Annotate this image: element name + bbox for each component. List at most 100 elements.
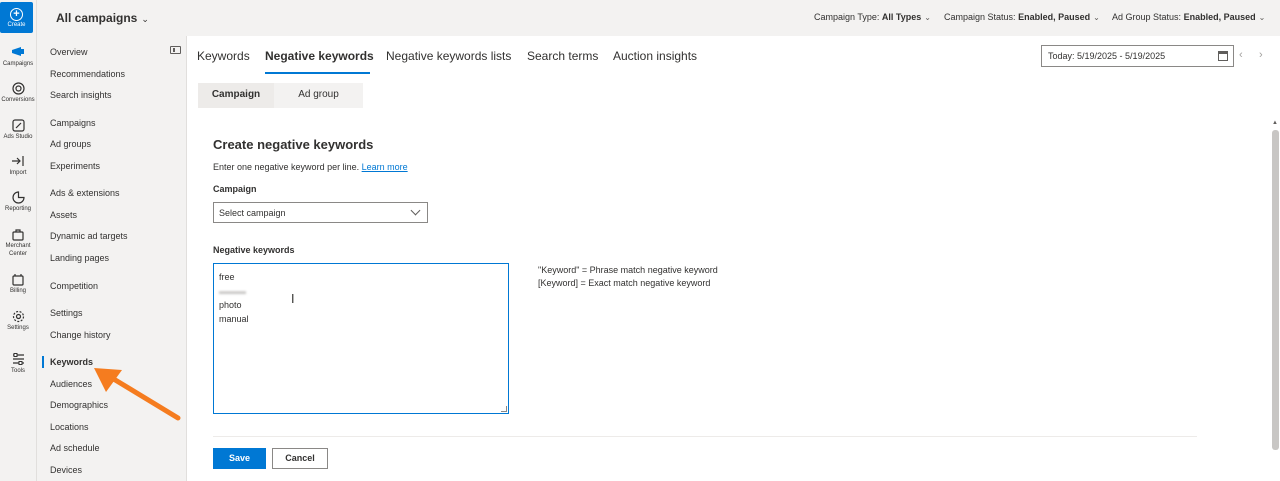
scrollbar[interactable]: ▲ — [1270, 36, 1280, 481]
rail-label: Billing — [9, 288, 26, 294]
rail-label: Import — [9, 170, 27, 176]
rail-item-settings[interactable]: Settings — [0, 309, 36, 332]
phrase-match-hint: "Keyword" = Phrase match negative keywor… — [538, 265, 718, 275]
rail-item-ads-studio[interactable]: Ads Studio — [0, 118, 36, 141]
nav-item-overview[interactable]: Overview — [50, 47, 88, 57]
nav-item-ad-schedule[interactable]: Ad schedule — [50, 443, 100, 453]
tab-search-terms[interactable]: Search terms — [527, 49, 598, 63]
rail-label: Ads Studio — [3, 134, 33, 140]
campaign-label: Campaign — [213, 184, 257, 194]
account-selector[interactable]: All campaigns ⌄ — [56, 11, 149, 25]
filter-value: All Types — [881, 12, 922, 22]
plus-icon: + — [10, 7, 23, 21]
nav-item-ads-extensions[interactable]: Ads & extensions — [50, 188, 120, 198]
keyword-line: photo — [219, 300, 242, 310]
keyword-line-redacted: ▬▬▬ — [219, 286, 246, 296]
calendar-icon — [1218, 51, 1228, 61]
rail-label: Merchant — [5, 243, 31, 249]
nav-item-locations[interactable]: Locations — [50, 422, 89, 432]
settings-icon — [11, 309, 25, 323]
nav-item-dynamic-ad-targets[interactable]: Dynamic ad targets — [50, 231, 128, 241]
rail-item-merchant-center[interactable]: Merchant Center — [0, 227, 36, 258]
filter-campaign-status[interactable]: Campaign Status: Enabled, Paused ⌄ — [944, 12, 1100, 22]
collapse-panel-icon[interactable] — [170, 46, 181, 54]
rail-label: Settings — [7, 325, 29, 331]
rail-item-campaigns[interactable]: Campaigns — [0, 45, 36, 68]
keyword-line: free — [219, 272, 235, 282]
nav-item-competition[interactable]: Competition — [50, 281, 98, 291]
active-indicator — [42, 356, 44, 368]
nav-item-settings[interactable]: Settings — [50, 308, 83, 318]
create-button[interactable]: + Create — [0, 2, 33, 33]
active-tab-indicator — [265, 72, 370, 74]
nav-item-campaigns[interactable]: Campaigns — [50, 118, 96, 128]
chevron-down-icon — [410, 205, 421, 216]
subtab-ad-group[interactable]: Ad group — [274, 83, 363, 108]
import-icon — [11, 154, 25, 168]
annotation-arrow-icon — [94, 368, 181, 421]
filter-value: Enabled, Paused — [1018, 12, 1091, 22]
rail-label: Conversions — [1, 97, 35, 103]
nav-item-assets[interactable]: Assets — [50, 210, 77, 220]
form-help: Enter one negative keyword per line. Lea… — [213, 162, 408, 172]
chevron-down-icon: ⌄ — [141, 14, 149, 24]
account-title: All campaigns — [56, 11, 138, 25]
form-title: Create negative keywords — [213, 137, 374, 152]
nav-item-change-history[interactable]: Change history — [50, 330, 111, 340]
tab-negative-keywords[interactable]: Negative keywords — [265, 49, 374, 63]
keyword-line: manual — [219, 314, 249, 324]
tab-auction-insights[interactable]: Auction insights — [613, 49, 697, 63]
chevron-down-icon: ⌄ — [1093, 13, 1100, 22]
tools-icon — [11, 352, 25, 366]
negative-keywords-label: Negative keywords — [213, 245, 295, 255]
nav-item-keywords[interactable]: Keywords — [50, 357, 93, 367]
tab-negative-keywords-lists[interactable]: Negative keywords lists — [386, 49, 511, 63]
subtab-campaign[interactable]: Campaign — [198, 83, 274, 108]
nav-item-experiments[interactable]: Experiments — [50, 161, 100, 171]
main-content: Keywords Negative keywords Negative keyw… — [187, 36, 1280, 481]
divider — [213, 436, 1197, 437]
nav-item-landing-pages[interactable]: Landing pages — [50, 253, 109, 263]
filter-campaign-type[interactable]: Campaign Type: All Types ⌄ — [814, 12, 931, 22]
resize-handle[interactable] — [501, 406, 507, 412]
campaigns-icon — [11, 45, 25, 59]
tab-keywords[interactable]: Keywords — [197, 49, 250, 63]
rail-item-billing[interactable]: Billing — [0, 272, 36, 295]
campaign-select-value: Select campaign — [219, 208, 286, 218]
date-range-picker[interactable]: Today: 5/19/2025 - 5/19/2025 — [1041, 45, 1234, 67]
nav-item-ad-groups[interactable]: Ad groups — [50, 139, 91, 149]
rail-label: Tools — [10, 368, 25, 374]
filter-label: Ad Group Status: — [1112, 12, 1182, 22]
filter-label: Campaign Status: — [944, 12, 1016, 22]
save-button[interactable]: Save — [213, 448, 266, 469]
rail-item-reporting[interactable]: Reporting — [0, 190, 36, 213]
scroll-up-icon[interactable]: ▲ — [1272, 120, 1278, 126]
conversions-icon — [11, 81, 25, 95]
filter-ad-group-status[interactable]: Ad Group Status: Enabled, Paused ⌄ — [1112, 12, 1265, 22]
rail-item-tools[interactable]: Tools — [0, 352, 36, 375]
chevron-down-icon: ⌄ — [1258, 13, 1266, 22]
rail-label: Center — [8, 251, 27, 257]
negative-keywords-textarea[interactable]: free ▬▬▬ photo manual — [213, 263, 509, 414]
learn-more-link[interactable]: Learn more — [362, 162, 408, 172]
rail-label: Campaigns — [2, 61, 34, 67]
reporting-icon — [11, 190, 25, 204]
create-label: Create — [7, 21, 26, 28]
rail-item-import[interactable]: Import — [0, 154, 36, 177]
campaign-select[interactable]: Select campaign — [213, 202, 428, 223]
rail-label: Reporting — [4, 206, 31, 212]
nav-item-audiences[interactable]: Audiences — [50, 379, 92, 389]
nav-item-devices[interactable]: Devices — [50, 465, 82, 475]
rail-item-conversions[interactable]: Conversions — [0, 81, 36, 104]
date-next-icon[interactable]: › — [1259, 49, 1263, 61]
chevron-down-icon: ⌄ — [924, 13, 931, 22]
nav-item-recommendations[interactable]: Recommendations — [50, 69, 125, 79]
billing-icon — [11, 272, 25, 286]
filter-value: Enabled, Paused — [1183, 12, 1256, 22]
help-text: Enter one negative keyword per line. — [213, 162, 360, 172]
date-prev-icon[interactable]: ‹ — [1239, 49, 1243, 61]
nav-item-search-insights[interactable]: Search insights — [50, 90, 112, 100]
scroll-thumb[interactable] — [1272, 130, 1279, 450]
top-bar: All campaigns ⌄ Campaign Type: All Types ⌄… — [37, 0, 1280, 36]
cancel-button[interactable]: Cancel — [272, 448, 328, 469]
